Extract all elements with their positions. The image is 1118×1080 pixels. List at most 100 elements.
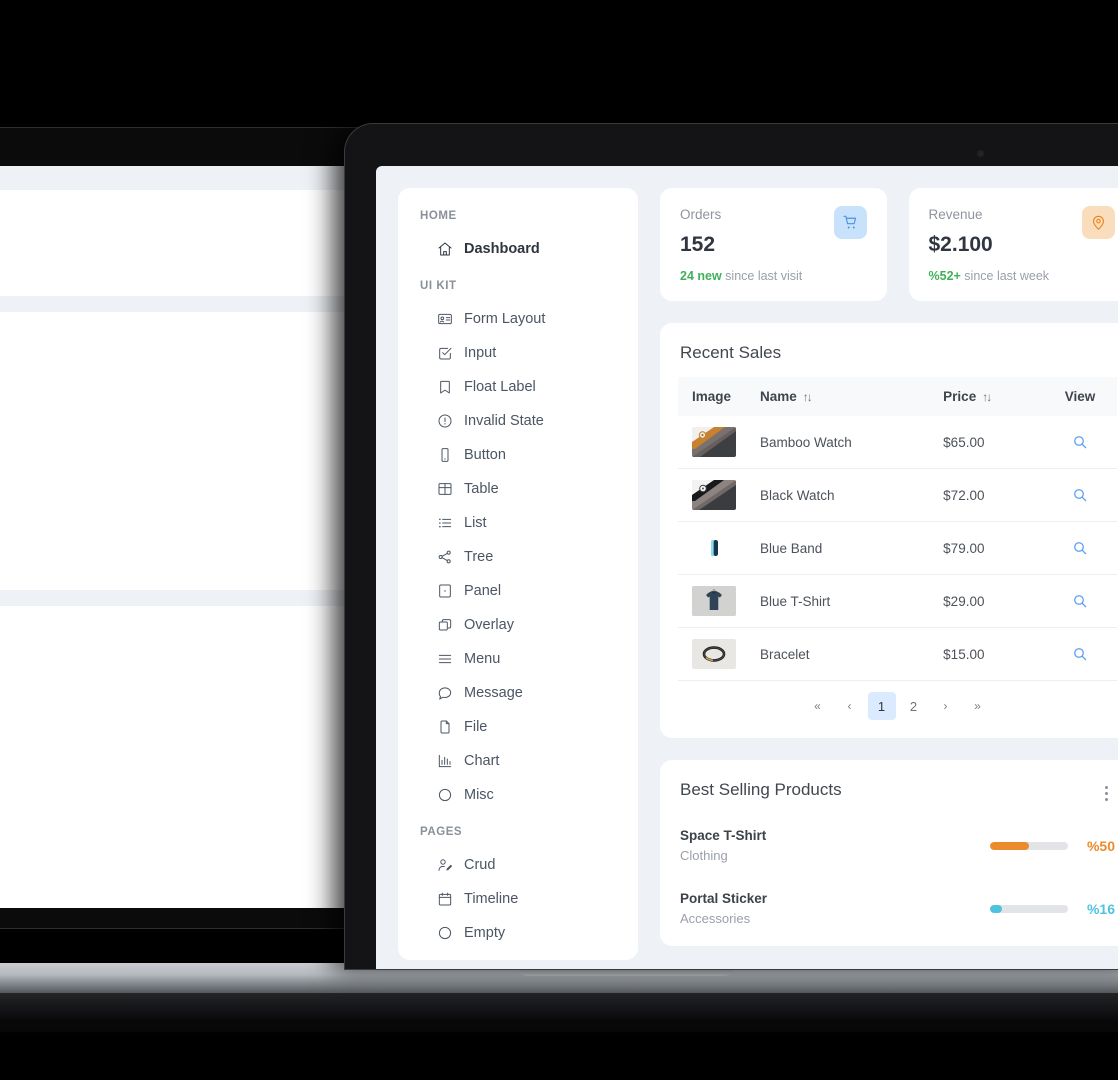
cell-name: Black Watch [750, 468, 934, 522]
home-icon [436, 241, 453, 258]
sidebar-section-title: HOME [420, 210, 457, 222]
table-row: Bracelet $15.00 [678, 627, 1117, 681]
calendar-icon [436, 891, 453, 908]
table-row: Blue T-Shirt $29.00 [678, 574, 1117, 628]
sidebar-item-chart[interactable]: Chart [398, 744, 638, 778]
stat-card-orders: Orders 152 24 new since last visit [660, 188, 887, 301]
cell-view [1043, 627, 1117, 681]
sidebar-item-tree[interactable]: Tree [398, 540, 638, 574]
pagination-page-1[interactable]: 1 [867, 692, 896, 720]
pagination-page-2[interactable]: 2 [900, 692, 928, 720]
best-selling-item-category: Clothing [680, 848, 728, 863]
bookmark-icon [436, 379, 453, 396]
sidebar-item-list[interactable]: List [398, 506, 638, 540]
circle-icon [436, 925, 453, 942]
stat-card-top: Orders 152 [680, 206, 867, 257]
sidebar-item-misc[interactable]: Misc [398, 778, 638, 812]
sidebar-section-pages: PAGES Crud Timeline Empty [398, 826, 638, 950]
sidebar-item-overlay[interactable]: Overlay [398, 608, 638, 642]
view-search-icon[interactable] [1067, 535, 1093, 561]
sidebar-section-home: HOME Dashboard [398, 210, 638, 266]
stat-card-revenue: Revenue $2.100 %52+ since last week [908, 188, 1118, 301]
kebab-menu-icon[interactable] [1095, 782, 1117, 804]
sidebar-item-dashboard[interactable]: Dashboard [398, 232, 638, 266]
sidebar-item-label: Tree [464, 549, 494, 565]
cell-price: $65.00 [933, 416, 1043, 469]
sidebar-item-label: Overlay [464, 617, 514, 633]
bars-icon [436, 651, 453, 668]
sort-icon-name[interactable]: ↑↓ [803, 390, 813, 404]
sidebar-item-input[interactable]: Input [398, 336, 638, 370]
stat-label: Revenue [928, 207, 983, 222]
column-header-name[interactable]: Name ↑↓ [750, 377, 934, 416]
table-header-row: Image Name ↑↓ Price ↑↓ View [678, 377, 1117, 416]
sidebar-item-empty[interactable]: Empty [398, 916, 638, 950]
sidebar-item-label: Table [464, 481, 499, 497]
cell-view [1043, 416, 1117, 469]
best-selling-item-text: Space T-Shirt Clothing [680, 826, 990, 865]
main-content: Orders 152 24 new since last visit Revenue $… [660, 188, 1118, 969]
sidebar-item-float-label[interactable]: Float Label [398, 370, 638, 404]
sidebar-item-panel[interactable]: Panel [398, 574, 638, 608]
sidebar-item-label: Form Layout [464, 311, 546, 327]
sidebar-section-title: PAGES [420, 826, 463, 838]
stat-label: Orders [680, 207, 722, 222]
best-selling-item-name: Portal Sticker [680, 891, 768, 906]
sidebar-item-label: Menu [464, 651, 501, 667]
pagination-last-button[interactable]: » [964, 692, 992, 720]
view-search-icon[interactable] [1067, 482, 1093, 508]
sidebar-item-timeline[interactable]: Timeline [398, 882, 638, 916]
progress-bar-fill [990, 841, 1029, 850]
stat-value: 152 [680, 233, 716, 256]
laptop-base-shadow [0, 990, 1118, 1032]
pagination-first-button[interactable]: « [804, 692, 832, 720]
kebab-dot [1104, 785, 1108, 789]
comment-icon [436, 685, 453, 702]
progress-bar-track [990, 904, 1068, 913]
best-selling-header: Best Selling Products [678, 780, 1117, 814]
user-edit-icon [436, 857, 453, 874]
chart-bar-icon [436, 753, 453, 770]
view-search-icon[interactable] [1067, 641, 1093, 667]
sidebar-item-button[interactable]: Button [398, 438, 638, 472]
column-header-price[interactable]: Price ↑↓ [933, 377, 1043, 416]
sidebar-item-file[interactable]: File [398, 710, 638, 744]
sidebar-item-crud[interactable]: Crud [398, 848, 638, 882]
progress-bar-track [990, 841, 1068, 850]
view-search-icon[interactable] [1067, 429, 1093, 455]
pagination[interactable]: «‹ 1 2 ›» [678, 681, 1117, 732]
cell-name: Blue T-Shirt [750, 574, 934, 628]
best-selling-item-percent: %16 [1086, 900, 1115, 917]
clone-icon [436, 617, 453, 634]
best-selling-title: Best Selling Products [680, 780, 842, 799]
sidebar-item-message[interactable]: Message [398, 676, 638, 710]
cell-price: $29.00 [933, 574, 1043, 628]
recent-sales-title: Recent Sales [680, 343, 782, 362]
screenshot-stage: HOME Dashboard UI KIT Form Layout Input Float… [0, 0, 1118, 1080]
sidebar-item-label: Empty [464, 925, 506, 941]
sidebar-nav[interactable]: HOME Dashboard UI KIT Form Layout Input Float… [398, 188, 638, 960]
bracelet-thumb [692, 639, 736, 669]
best-selling-item-category: Accessories [680, 911, 751, 926]
stat-value: $2.100 [928, 233, 993, 256]
sidebar-item-invalid-state[interactable]: Invalid State [398, 404, 638, 438]
sidebar-item-form-layout[interactable]: Form Layout [398, 302, 638, 336]
sidebar-item-label: File [464, 719, 488, 735]
pagination-next-button[interactable]: › [932, 692, 960, 720]
stat-card-text: Orders 152 [680, 206, 721, 257]
best-selling-item: Portal Sticker Accessories %16 [678, 877, 1117, 940]
pagination-prev-button[interactable]: ‹ [836, 692, 864, 720]
progress-bar-fill [990, 904, 1003, 913]
sidebar-item-table[interactable]: Table [398, 472, 638, 506]
checkbox-icon [436, 345, 453, 362]
stat-card-text: Revenue $2.100 [929, 206, 993, 257]
sidebar-item-menu[interactable]: Menu [398, 642, 638, 676]
view-search-icon[interactable] [1067, 588, 1093, 614]
sidebar-item-label: Misc [464, 787, 494, 803]
sidebar-item-label: Invalid State [464, 413, 544, 429]
cell-view [1043, 521, 1117, 575]
kebab-dot [1104, 791, 1108, 795]
blue-band-thumb [692, 533, 736, 563]
sort-icon-price[interactable]: ↑↓ [982, 390, 992, 404]
cell-image [678, 627, 750, 681]
